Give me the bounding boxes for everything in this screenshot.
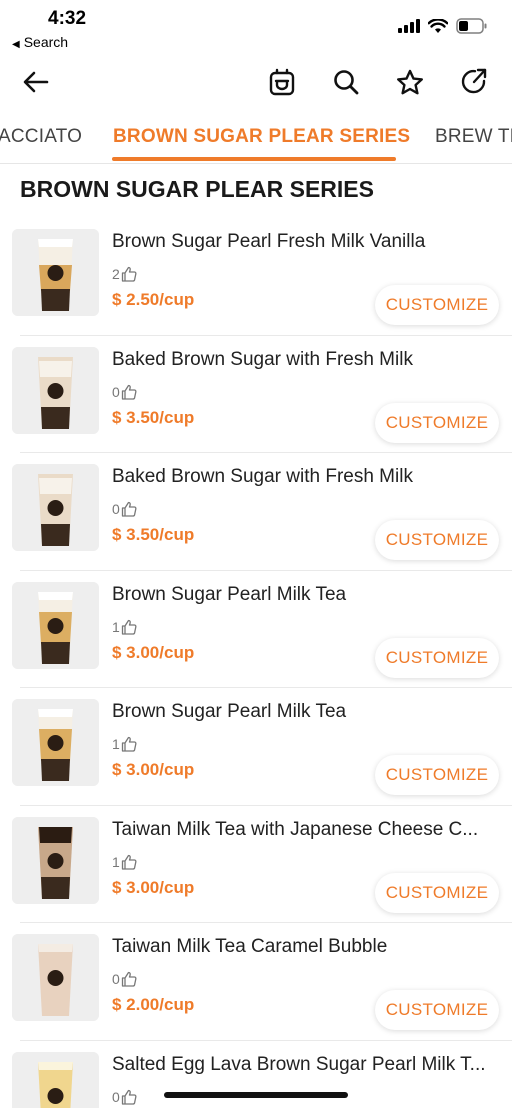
share-button[interactable]	[454, 62, 494, 102]
product-image[interactable]	[12, 464, 99, 551]
customize-button[interactable]: CUSTOMIZE	[375, 872, 499, 913]
product-item[interactable]: Taiwan Milk Tea with Japanese Cheese C..…	[0, 806, 512, 923]
product-likes[interactable]: 1	[112, 736, 137, 752]
status-icons	[398, 18, 488, 34]
product-price: $ 3.00/cup	[112, 642, 195, 662]
product-item[interactable]: Taiwan Milk Tea Caramel Bubble 0 $ 2.00/…	[0, 923, 512, 1041]
back-to-search-link[interactable]: ◀ Search	[12, 34, 68, 50]
thumbs-up-icon	[121, 501, 137, 517]
product-image[interactable]	[12, 816, 99, 904]
section-title: BROWN SUGAR PLEAR SERIES	[20, 176, 374, 202]
battery-icon	[456, 18, 487, 34]
customize-button[interactable]: CUSTOMIZE	[375, 402, 499, 443]
like-count: 0	[112, 501, 120, 517]
customize-button[interactable]: CUSTOMIZE	[375, 990, 499, 1030]
product-price: $ 3.00/cup	[112, 760, 195, 779]
product-price: $ 3.00/cup	[112, 877, 195, 897]
product-image[interactable]	[12, 1051, 99, 1108]
thumbs-up-icon	[121, 736, 137, 752]
bag-button[interactable]	[262, 62, 302, 102]
favorite-button[interactable]	[390, 62, 430, 102]
status-bar: 4:32 ◀ Search	[0, 0, 512, 56]
back-button[interactable]	[16, 62, 56, 102]
product-list: Brown Sugar Pearl Fresh Milk Vanilla 2 $…	[0, 218, 512, 1108]
share-icon	[461, 68, 487, 94]
product-name: Taiwan Milk Tea with Japanese Cheese C..…	[112, 818, 479, 840]
customize-button[interactable]: CUSTOMIZE	[375, 637, 499, 678]
cellular-signal-icon	[398, 19, 420, 33]
product-item[interactable]: Brown Sugar Pearl Milk Tea 1 $ 3.00/cup …	[0, 688, 512, 806]
status-time: 4:32	[48, 8, 87, 29]
product-item[interactable]: Brown Sugar Pearl Fresh Milk Vanilla 2 $…	[0, 218, 512, 336]
product-name: Taiwan Milk Tea Caramel Bubble	[112, 936, 388, 957]
tab-macchiato[interactable]: ACCIATO	[0, 126, 82, 148]
like-count: 1	[112, 736, 120, 752]
product-image[interactable]	[12, 699, 99, 786]
product-name: Brown Sugar Pearl Fresh Milk Vanilla	[112, 231, 426, 252]
wifi-icon	[428, 18, 448, 33]
product-likes[interactable]: 1	[112, 619, 137, 635]
thumbs-up-icon	[121, 1089, 137, 1105]
product-price: $ 3.50/cup	[112, 407, 195, 427]
like-count: 2	[112, 266, 120, 282]
star-icon	[397, 69, 423, 94]
back-to-search-label: Search	[23, 34, 69, 50]
search-button[interactable]	[326, 62, 366, 102]
product-name: Baked Brown Sugar with Fresh Milk	[112, 348, 413, 370]
product-likes[interactable]: 0	[112, 971, 137, 987]
customize-button[interactable]: CUSTOMIZE	[375, 755, 499, 795]
product-price: $ 3.50/cup	[112, 525, 195, 544]
back-triangle-icon: ◀	[12, 39, 20, 50]
thumbs-up-icon	[121, 266, 137, 282]
home-indicator[interactable]	[164, 1092, 348, 1098]
product-image[interactable]	[12, 581, 99, 669]
back-arrow-icon	[23, 71, 49, 93]
category-tabs: ACCIATO BROWN SUGAR PLEAR SERIES BREW TE	[0, 112, 512, 164]
search-icon	[334, 70, 359, 95]
nav-bar	[0, 58, 512, 106]
thumbs-up-icon	[121, 619, 137, 635]
product-name: Brown Sugar Pearl Milk Tea	[112, 701, 347, 722]
like-count: 1	[112, 853, 120, 870]
thumbs-up-icon	[121, 854, 137, 870]
like-count: 1	[112, 618, 120, 635]
thumbs-up-icon	[121, 971, 137, 987]
product-likes[interactable]: 0	[112, 1089, 137, 1105]
product-name: Baked Brown Sugar with Fresh Milk	[112, 466, 413, 487]
product-image[interactable]	[12, 229, 99, 316]
product-item[interactable]: Baked Brown Sugar with Fresh Milk 0 $ 3.…	[0, 336, 512, 453]
tab-brew-tea[interactable]: BREW TE	[435, 126, 512, 148]
product-likes[interactable]: 1	[112, 854, 137, 870]
product-likes[interactable]: 0	[112, 501, 137, 517]
tab-brown-sugar-plear-series[interactable]: BROWN SUGAR PLEAR SERIES	[113, 126, 410, 148]
product-image[interactable]	[12, 346, 99, 434]
like-count: 0	[112, 383, 120, 400]
customize-button[interactable]: CUSTOMIZE	[375, 285, 499, 325]
thumbs-up-icon	[121, 384, 137, 400]
customize-button[interactable]: CUSTOMIZE	[375, 520, 499, 560]
bag-icon	[269, 68, 295, 96]
like-count: 0	[112, 1088, 120, 1105]
product-price: $ 2.00/cup	[112, 995, 195, 1014]
product-image[interactable]	[12, 934, 99, 1021]
product-item[interactable]: Brown Sugar Pearl Milk Tea 1 $ 3.00/cup …	[0, 571, 512, 688]
product-item[interactable]: Baked Brown Sugar with Fresh Milk 0 $ 3.…	[0, 453, 512, 571]
active-tab-indicator	[112, 157, 396, 161]
product-price: $ 2.50/cup	[112, 290, 195, 309]
like-count: 0	[112, 971, 120, 987]
product-likes[interactable]: 2	[112, 266, 137, 282]
product-name: Salted Egg Lava Brown Sugar Pearl Milk T…	[112, 1053, 486, 1075]
product-name: Brown Sugar Pearl Milk Tea	[112, 583, 347, 605]
product-likes[interactable]: 0	[112, 384, 137, 400]
